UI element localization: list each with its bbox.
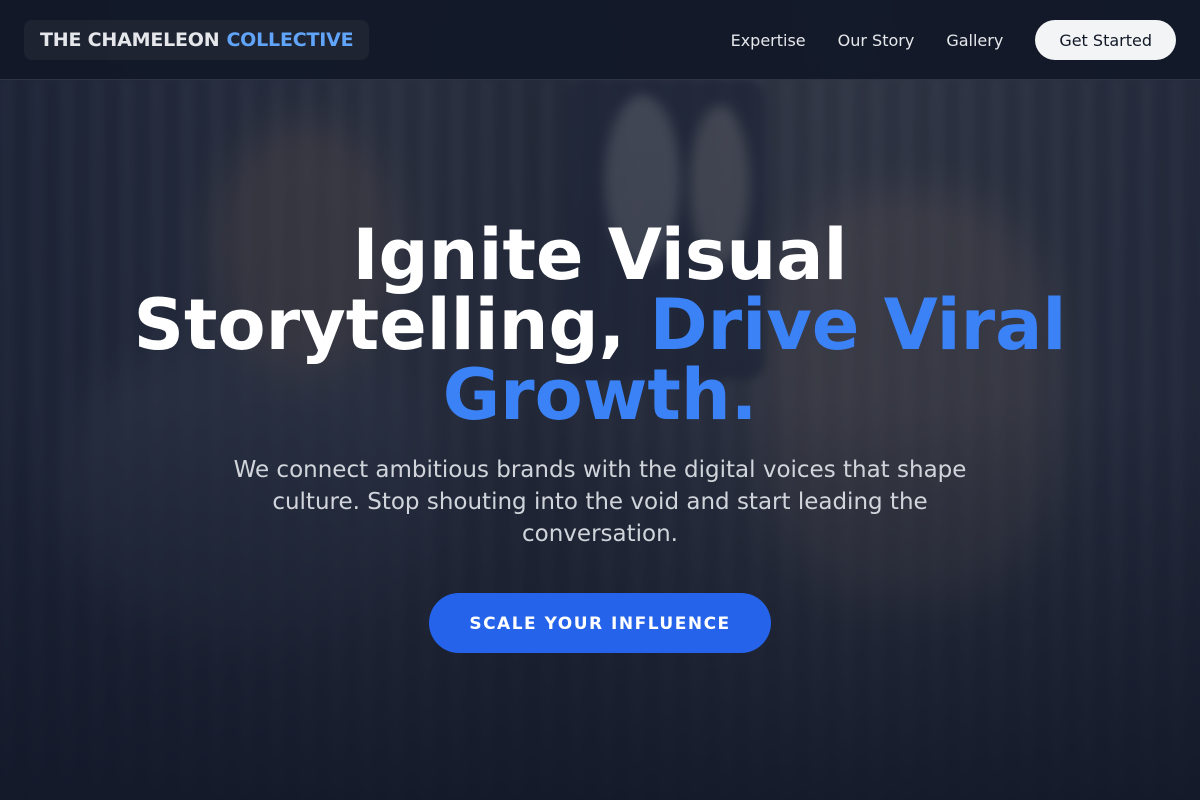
- hero-section: Ignite Visual Storytelling, Drive Viral …: [0, 220, 1200, 653]
- logo-text-accent: COLLECTIVE: [226, 29, 354, 51]
- site-header: THE CHAMELEON COLLECTIVE Expertise Our S…: [0, 0, 1200, 80]
- hero-headline: Ignite Visual Storytelling, Drive Viral …: [100, 220, 1100, 430]
- scale-your-influence-button[interactable]: SCALE YOUR INFLUENCE: [429, 593, 771, 653]
- nav-link-gallery[interactable]: Gallery: [946, 31, 1003, 50]
- main-nav: Expertise Our Story Gallery Get Started: [731, 20, 1176, 60]
- get-started-button[interactable]: Get Started: [1035, 20, 1176, 60]
- hero-subtext: We connect ambitious brands with the dig…: [233, 457, 967, 547]
- logo-text-primary: THE CHAMELEON: [40, 29, 220, 51]
- brand-logo[interactable]: THE CHAMELEON COLLECTIVE: [24, 20, 370, 60]
- nav-link-our-story[interactable]: Our Story: [838, 31, 915, 50]
- landing-page: THE CHAMELEON COLLECTIVE Expertise Our S…: [0, 0, 1200, 800]
- nav-link-expertise[interactable]: Expertise: [731, 31, 806, 50]
